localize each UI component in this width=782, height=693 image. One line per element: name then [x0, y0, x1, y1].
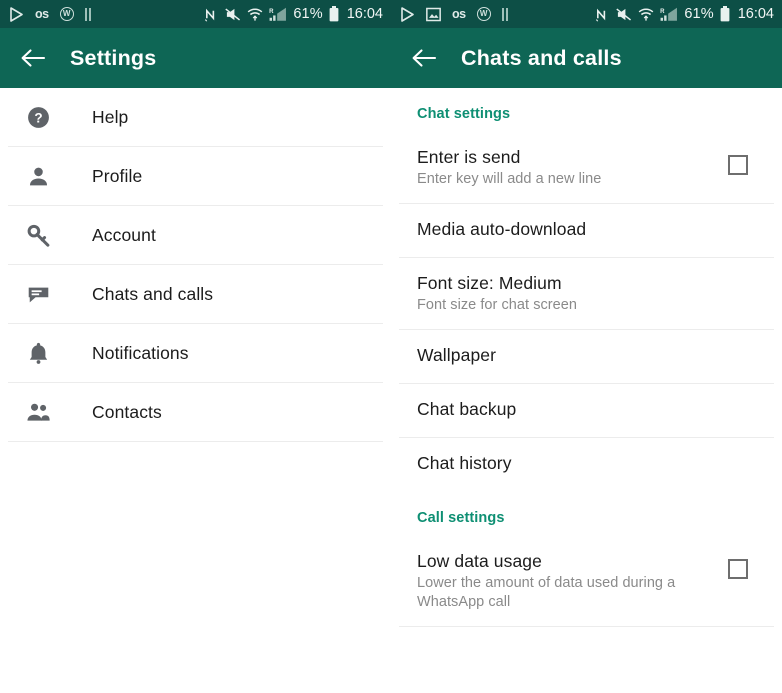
sidebar-item-profile[interactable]: Profile	[0, 147, 391, 206]
preference-text-block: Font size: Medium Font size for chat scr…	[417, 272, 766, 315]
status-bar-right-icons: R 61% 16:04	[595, 6, 774, 22]
status-bar-right-icons: R 61% 16:04	[204, 6, 383, 22]
wifi-icon	[248, 8, 263, 21]
status-bar-left-icons: ᴏs W	[401, 6, 508, 22]
battery-percent-label: 61%	[293, 6, 323, 22]
preference-title: Font size: Medium	[417, 273, 562, 293]
image-icon	[426, 7, 441, 21]
status-bar-left-icons: ᴏs W	[10, 6, 91, 22]
play-icon	[10, 6, 23, 22]
sidebar-item-label: Help	[92, 107, 129, 127]
chats-and-calls-screen: ᴏs W R 61% 16:04 Chats and calls Chat se…	[391, 0, 782, 693]
person-icon	[22, 161, 54, 193]
preference-title: Chat history	[417, 453, 512, 473]
checkbox-low-data-usage[interactable]	[728, 559, 748, 579]
preference-enter-is-send[interactable]: Enter is send Enter key will add a new l…	[391, 132, 782, 204]
arrow-left-icon	[412, 49, 437, 67]
roaming-signal-icon: R	[269, 7, 287, 21]
preference-wallpaper[interactable]: Wallpaper	[391, 330, 782, 384]
section-header-chat-settings: Chat settings	[417, 106, 511, 122]
preference-text-block: Media auto-download	[417, 218, 766, 240]
svg-text:R: R	[660, 8, 665, 15]
sidebar-item-help[interactable]: ? Help	[0, 88, 391, 147]
clock-label: 16:04	[737, 6, 774, 22]
mute-icon	[225, 7, 241, 21]
preference-text-block: Wallpaper	[417, 344, 766, 366]
nfc-n-icon	[596, 8, 606, 21]
play-icon	[401, 6, 414, 22]
checkbox-enter-is-send[interactable]	[728, 155, 748, 175]
circled-w-icon: W	[59, 7, 74, 21]
app-bar-chats-and-calls: Chats and calls	[391, 28, 782, 88]
sidebar-item-account[interactable]: Account	[0, 206, 391, 265]
preference-subtitle: Lower the amount of data used during a W…	[417, 575, 676, 610]
pause-bars-icon	[501, 7, 508, 21]
preference-subtitle: Enter key will add a new line	[417, 171, 602, 187]
battery-percent-label: 61%	[684, 6, 714, 22]
sidebar-item-label: Profile	[92, 166, 143, 186]
preference-chat-history[interactable]: Chat history	[391, 438, 782, 492]
preference-low-data-usage[interactable]: Low data usage Lower the amount of data …	[391, 536, 782, 627]
mute-icon	[616, 7, 632, 21]
nfc-n-icon	[205, 8, 215, 21]
preference-text-block: Low data usage Lower the amount of data …	[417, 550, 728, 612]
arrow-left-icon	[21, 49, 46, 67]
circled-w-icon: W	[476, 7, 491, 21]
clock-label: 16:04	[346, 6, 383, 22]
battery-icon	[329, 6, 339, 22]
circled-w-letter: W	[62, 9, 71, 18]
bell-icon	[22, 338, 54, 370]
sidebar-item-label: Notifications	[92, 343, 189, 363]
circled-w-letter: W	[479, 9, 488, 18]
app-bar-settings: Settings	[0, 28, 391, 88]
preference-title: Chat backup	[417, 399, 517, 419]
battery-icon	[720, 6, 730, 22]
chat-bubble-icon	[22, 279, 54, 311]
settings-screen: ᴏs W R 61% 16:04 Settings ? Help Profile…	[0, 0, 391, 693]
section-header-call-settings: Call settings	[417, 510, 505, 526]
preference-media-auto-download[interactable]: Media auto-download	[391, 204, 782, 258]
preference-text-block: Enter is send Enter key will add a new l…	[417, 146, 728, 189]
preference-title: Low data usage	[417, 551, 542, 571]
page-title-chats-and-calls: Chats and calls	[461, 45, 622, 70]
sidebar-item-label: Contacts	[92, 402, 162, 422]
preference-subtitle: Font size for chat screen	[417, 297, 578, 313]
preference-font-size[interactable]: Font size: Medium Font size for chat scr…	[391, 258, 782, 330]
preferences-list: Chat settings Enter is send Enter key wi…	[391, 88, 782, 627]
preference-title: Wallpaper	[417, 345, 497, 365]
lastfm-os-icon: ᴏs	[452, 7, 466, 21]
settings-menu-list: ? Help Profile Account Chats and calls N…	[0, 88, 391, 442]
sidebar-item-notifications[interactable]: Notifications	[0, 324, 391, 383]
dual-screenshot-container: ᴏs W R 61% 16:04 Settings ? Help Profile…	[0, 0, 782, 693]
wifi-icon	[639, 8, 654, 21]
preference-title: Enter is send	[417, 147, 521, 167]
roaming-signal-icon: R	[660, 7, 678, 21]
preference-title: Media auto-download	[417, 219, 587, 239]
preference-chat-backup[interactable]: Chat backup	[391, 384, 782, 438]
pause-bars-icon	[84, 7, 91, 21]
sidebar-item-chats-and-calls[interactable]: Chats and calls	[0, 265, 391, 324]
sidebar-item-contacts[interactable]: Contacts	[0, 383, 391, 442]
preference-text-block: Chat backup	[417, 398, 766, 420]
back-button-chats-and-calls[interactable]	[407, 41, 441, 75]
preference-text-block: Chat history	[417, 452, 766, 474]
sidebar-item-label: Chats and calls	[92, 284, 214, 304]
back-button-settings[interactable]	[16, 41, 50, 75]
status-bar-left: ᴏs W R 61% 16:04	[0, 0, 391, 28]
key-icon	[22, 220, 54, 252]
help-circle-icon: ?	[22, 102, 54, 134]
status-bar-right: ᴏs W R 61% 16:04	[391, 0, 782, 28]
people-icon	[22, 397, 54, 429]
sidebar-item-label: Account	[92, 225, 156, 245]
lastfm-os-icon: ᴏs	[35, 7, 49, 21]
svg-text:?: ?	[34, 111, 42, 126]
page-title-settings: Settings	[70, 45, 157, 70]
svg-text:R: R	[269, 8, 274, 15]
